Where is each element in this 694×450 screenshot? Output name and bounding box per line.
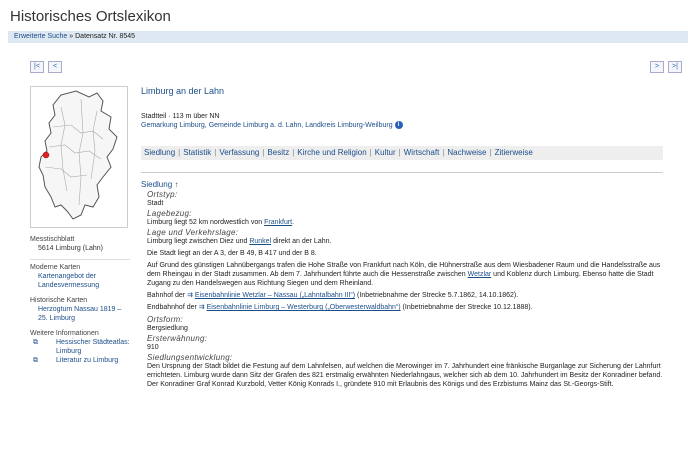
place-heading: Limburg an der Lahn xyxy=(141,86,225,96)
info-icon[interactable]: i xyxy=(394,121,403,130)
tab-wirtschaft[interactable]: Wirtschaft xyxy=(404,148,440,157)
tab-kirche-religion[interactable]: Kirche und Religion xyxy=(297,148,366,157)
verkehrslage-text: Limburg liegt zwischen Diez und xyxy=(147,238,250,245)
kartenangebot-link[interactable]: Kartenangebot der Landesvermessung xyxy=(30,272,130,290)
railway-suffix-1: (Inbetriebnahme der Strecke 5.7.1862, 14… xyxy=(355,292,519,299)
sidebar: Messtischblatt 5614 Limburg (Lahn) Moder… xyxy=(30,235,130,371)
hesse-map-svg xyxy=(38,90,118,220)
sidebar-divider xyxy=(30,259,130,260)
ortsform-value: Bergsiedlung xyxy=(147,325,188,332)
frankfurt-link[interactable]: Frankfurt xyxy=(264,219,292,226)
ersterwaehnung-label: Ersterwähnung: xyxy=(147,334,208,343)
first-record-button[interactable]: |< xyxy=(30,61,44,73)
railway-suffix-2: (Inbetriebnahme der Strecke 10.12.1888). xyxy=(400,304,533,311)
last-record-button[interactable]: >| xyxy=(668,61,682,73)
messtischblatt-value: 5614 Limburg (Lahn) xyxy=(38,245,103,252)
staedteatlas-link[interactable]: ⧉ Hessischer Städteatlas: Limburg xyxy=(30,338,130,356)
railway-paragraph-2: Endbahnhof der ⇉ Eisenbahnlinie Limburg … xyxy=(147,303,666,312)
next-record-button[interactable]: > xyxy=(650,61,664,73)
siedlungsentwicklung-paragraph: Den Ursprung der Stadt bildet die Festun… xyxy=(147,363,663,388)
ortstyp-value: Stadt xyxy=(147,200,164,207)
verkehrslage-label: Lage und Verkehrslage: xyxy=(147,228,239,237)
section-tabs: Siedlung | Statistik | Verfassung | Besitz | Kir… xyxy=(141,146,663,160)
tab-separator: | xyxy=(489,148,492,157)
literatur-link-label: Literatur zu Limburg xyxy=(56,357,119,364)
tab-kultur[interactable]: Kultur xyxy=(375,148,396,157)
railway-paragraph-1: Bahnhof der ⇉ Eisenbahnlinie Wetzlar – N… xyxy=(147,291,666,300)
ersterwaehnung-value: 910 xyxy=(147,344,159,351)
tab-separator: | xyxy=(398,148,401,157)
lagebezug-label: Lagebezug: xyxy=(147,209,192,218)
lagebezug-suffix: . xyxy=(292,219,295,226)
place-info: Stadtteil · 113 m über NN Gemarkung Limb… xyxy=(141,112,403,130)
place-admin-text[interactable]: Gemarkung Limburg, Gemeinde Limburg a. d… xyxy=(141,122,393,129)
trade-routes-paragraph: Auf Grund des günstigen Lahnübergangs tr… xyxy=(147,261,666,288)
verkehrslage-suffix: direkt an der Lahn. xyxy=(271,238,332,245)
verkehrslage-paragraph: Limburg liegt zwischen Diez und Runkel d… xyxy=(147,237,666,246)
breadcrumb: Erweiterte Suche » Datensatz Nr. 8545 xyxy=(8,31,688,43)
tab-statistik[interactable]: Statistik xyxy=(183,148,211,157)
literatur-link[interactable]: ⧉ Literatur zu Limburg xyxy=(30,356,130,365)
tab-zitierweise[interactable]: Zitierweise xyxy=(495,148,533,157)
tab-nachweise[interactable]: Nachweise xyxy=(447,148,486,157)
breadcrumb-separator: » xyxy=(69,33,74,40)
lahntalbahn-link[interactable]: Eisenbahnlinie Wetzlar – Nassau („Lahnta… xyxy=(195,292,355,299)
siedlung-section: Siedlung ↑ Ortstyp: Stadt Lagebezug: Lim… xyxy=(141,180,666,392)
oberwesterwaldbahn-link[interactable]: Eisenbahnlinie Limburg – Westerburg („Ob… xyxy=(207,304,401,311)
historische-karten-label: Historische Karten xyxy=(30,297,88,304)
moderne-karten-label: Moderne Karten xyxy=(30,264,81,271)
tab-verfassung[interactable]: Verfassung xyxy=(219,148,259,157)
arrow-link-icon: ⇉ xyxy=(198,304,207,311)
siedlungsentwicklung-label: Siedlungsentwicklung: xyxy=(147,353,233,362)
tab-besitz[interactable]: Besitz xyxy=(267,148,289,157)
roads-paragraph: Die Stadt liegt an der A 3, der B 49, B … xyxy=(147,250,317,257)
external-link-icon: ⧉ xyxy=(33,357,38,364)
tab-separator: | xyxy=(369,148,372,157)
railway-text-2: Endbahnhof der xyxy=(147,304,199,311)
railway-text-1: Bahnhof der xyxy=(147,292,188,299)
lagebezug-value: Limburg liegt 52 km nordwestlich von Fra… xyxy=(147,218,666,227)
tab-siedlung[interactable]: Siedlung xyxy=(144,148,175,157)
ortstyp-label: Ortstyp: xyxy=(147,190,178,199)
section-heading-siedlung[interactable]: Siedlung ↑ xyxy=(141,180,666,189)
section-divider xyxy=(141,172,663,173)
messtischblatt-label: Messtischblatt xyxy=(30,236,75,243)
wetzlar-link[interactable]: Wetzlar xyxy=(468,271,492,278)
previous-record-button[interactable]: < xyxy=(48,61,62,73)
tab-separator: | xyxy=(178,148,181,157)
page-title: Historisches Ortslexikon xyxy=(10,8,171,25)
breadcrumb-current: Datensatz Nr. 8545 xyxy=(75,33,136,40)
external-link-icon: ⧉ xyxy=(33,339,38,346)
location-marker-icon xyxy=(42,151,50,159)
location-map xyxy=(30,86,128,228)
arrow-link-icon: ⇉ xyxy=(187,292,195,299)
weitere-informationen-label: Weitere Informationen xyxy=(30,330,99,337)
ortsform-label: Ortsform: xyxy=(147,315,184,324)
lagebezug-text: Limburg liegt 52 km nordwestlich von xyxy=(147,219,265,226)
herzogtum-nassau-link[interactable]: Herzogtum Nassau 1819 – 25. Limburg xyxy=(30,305,130,323)
breadcrumb-advanced-search-link[interactable]: Erweiterte Suche xyxy=(14,33,67,40)
staedteatlas-link-label: Hessischer Städteatlas: Limburg xyxy=(56,339,130,355)
runkel-link[interactable]: Runkel xyxy=(249,238,271,245)
place-admin-line: Gemarkung Limburg, Gemeinde Limburg a. d… xyxy=(141,121,403,130)
place-type-line: Stadtteil · 113 m über NN xyxy=(141,113,220,120)
